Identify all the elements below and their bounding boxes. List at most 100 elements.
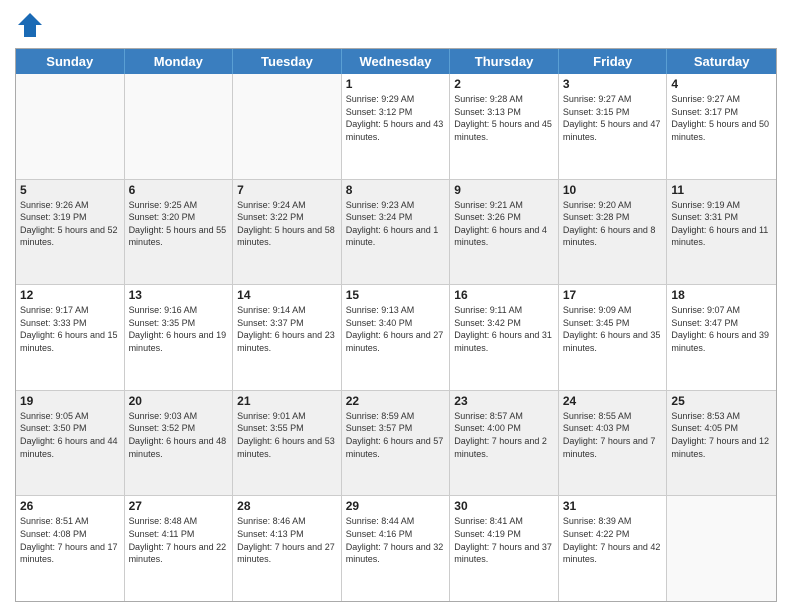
calendar-body: 1 Sunrise: 9:29 AMSunset: 3:12 PMDaylight… [16,74,776,601]
cell-details: Sunrise: 9:07 AMSunset: 3:47 PMDaylight:… [671,304,772,354]
cell-details: Sunrise: 9:24 AMSunset: 3:22 PMDaylight:… [237,199,337,249]
cell-details: Sunrise: 8:59 AMSunset: 3:57 PMDaylight:… [346,410,446,460]
calendar-cell: 25 Sunrise: 8:53 AMSunset: 4:05 PMDayligh… [667,391,776,496]
day-number: 11 [671,183,772,197]
cell-details: Sunrise: 8:46 AMSunset: 4:13 PMDaylight:… [237,515,337,565]
day-number: 19 [20,394,120,408]
calendar-week-4: 19Sunrise: 9:05 AMSunset: 3:50 PMDayligh… [16,391,776,497]
cell-details: Sunrise: 8:55 AMSunset: 4:03 PMDaylight:… [563,410,663,460]
calendar-cell [667,496,776,601]
day-number: 14 [237,288,337,302]
calendar-cell: 3 Sunrise: 9:27 AMSunset: 3:15 PMDaylight… [559,74,668,179]
day-number: 18 [671,288,772,302]
calendar-cell: 18 Sunrise: 9:07 AMSunset: 3:47 PMDayligh… [667,285,776,390]
cell-details: Sunrise: 9:26 AMSunset: 3:19 PMDaylight:… [20,199,120,249]
calendar-cell: 9 Sunrise: 9:21 AMSunset: 3:26 PMDaylight… [450,180,559,285]
calendar-cell: 19Sunrise: 9:05 AMSunset: 3:50 PMDayligh… [16,391,125,496]
cell-details: Sunrise: 8:51 AMSunset: 4:08 PMDaylight:… [20,515,120,565]
cell-details: Sunrise: 9:28 AMSunset: 3:13 PMDaylight:… [454,93,554,143]
day-number: 17 [563,288,663,302]
cell-details: Sunrise: 9:03 AMSunset: 3:52 PMDaylight:… [129,410,229,460]
calendar-cell: 8 Sunrise: 9:23 AMSunset: 3:24 PMDaylight… [342,180,451,285]
calendar-cell: 23 Sunrise: 8:57 AMSunset: 4:00 PMDayligh… [450,391,559,496]
calendar-cell: 27 Sunrise: 8:48 AMSunset: 4:11 PMDayligh… [125,496,234,601]
day-number: 21 [237,394,337,408]
cell-details: Sunrise: 9:01 AMSunset: 3:55 PMDaylight:… [237,410,337,460]
calendar-cell: 13 Sunrise: 9:16 AMSunset: 3:35 PMDayligh… [125,285,234,390]
calendar-cell: 28 Sunrise: 8:46 AMSunset: 4:13 PMDayligh… [233,496,342,601]
calendar-cell [125,74,234,179]
cell-details: Sunrise: 9:14 AMSunset: 3:37 PMDaylight:… [237,304,337,354]
calendar-page: SundayMondayTuesdayWednesdayThursdayFrid… [0,0,792,612]
calendar-cell: 15Sunrise: 9:13 AMSunset: 3:40 PMDayligh… [342,285,451,390]
cell-details: Sunrise: 8:41 AMSunset: 4:19 PMDaylight:… [454,515,554,565]
cell-details: Sunrise: 9:09 AMSunset: 3:45 PMDaylight:… [563,304,663,354]
calendar-cell: 5 Sunrise: 9:26 AMSunset: 3:19 PMDaylight… [16,180,125,285]
calendar-cell [233,74,342,179]
day-number: 28 [237,499,337,513]
day-number: 25 [671,394,772,408]
cell-details: Sunrise: 8:48 AMSunset: 4:11 PMDaylight:… [129,515,229,565]
calendar-cell: 10Sunrise: 9:20 AMSunset: 3:28 PMDayligh… [559,180,668,285]
day-number: 5 [20,183,120,197]
calendar-week-2: 5 Sunrise: 9:26 AMSunset: 3:19 PMDaylight… [16,180,776,286]
calendar-cell: 4Sunrise: 9:27 AMSunset: 3:17 PMDaylight… [667,74,776,179]
day-number: 3 [563,77,663,91]
cell-details: Sunrise: 8:39 AMSunset: 4:22 PMDaylight:… [563,515,663,565]
calendar-cell: 2 Sunrise: 9:28 AMSunset: 3:13 PMDaylight… [450,74,559,179]
header-day-monday: Monday [125,49,234,74]
calendar-cell: 22Sunrise: 8:59 AMSunset: 3:57 PMDayligh… [342,391,451,496]
day-number: 2 [454,77,554,91]
logo-icon [15,10,45,40]
calendar-cell [16,74,125,179]
day-number: 7 [237,183,337,197]
header-day-wednesday: Wednesday [342,49,451,74]
header-day-friday: Friday [559,49,668,74]
calendar-cell: 24 Sunrise: 8:55 AMSunset: 4:03 PMDayligh… [559,391,668,496]
cell-details: Sunrise: 9:21 AMSunset: 3:26 PMDaylight:… [454,199,554,249]
day-number: 26 [20,499,120,513]
day-number: 4 [671,77,772,91]
calendar-cell: 1 Sunrise: 9:29 AMSunset: 3:12 PMDaylight… [342,74,451,179]
day-number: 1 [346,77,446,91]
header [15,10,777,40]
day-number: 6 [129,183,229,197]
day-number: 24 [563,394,663,408]
calendar-cell: 14 Sunrise: 9:14 AMSunset: 3:37 PMDayligh… [233,285,342,390]
cell-details: Sunrise: 9:17 AMSunset: 3:33 PMDaylight:… [20,304,120,354]
day-number: 29 [346,499,446,513]
calendar-cell: 12Sunrise: 9:17 AMSunset: 3:33 PMDayligh… [16,285,125,390]
day-number: 31 [563,499,663,513]
day-number: 8 [346,183,446,197]
cell-details: Sunrise: 8:44 AMSunset: 4:16 PMDaylight:… [346,515,446,565]
day-number: 27 [129,499,229,513]
day-number: 15 [346,288,446,302]
calendar-cell: 20 Sunrise: 9:03 AMSunset: 3:52 PMDayligh… [125,391,234,496]
cell-details: Sunrise: 9:19 AMSunset: 3:31 PMDaylight:… [671,199,772,249]
cell-details: Sunrise: 9:29 AMSunset: 3:12 PMDaylight:… [346,93,446,143]
cell-details: Sunrise: 9:23 AMSunset: 3:24 PMDaylight:… [346,199,446,249]
calendar-cell: 29 Sunrise: 8:44 AMSunset: 4:16 PMDayligh… [342,496,451,601]
cell-details: Sunrise: 9:16 AMSunset: 3:35 PMDaylight:… [129,304,229,354]
header-day-tuesday: Tuesday [233,49,342,74]
calendar-cell: 26 Sunrise: 8:51 AMSunset: 4:08 PMDayligh… [16,496,125,601]
cell-details: Sunrise: 9:27 AMSunset: 3:15 PMDaylight:… [563,93,663,143]
header-day-saturday: Saturday [667,49,776,74]
day-number: 9 [454,183,554,197]
calendar-cell: 30 Sunrise: 8:41 AMSunset: 4:19 PMDayligh… [450,496,559,601]
calendar-cell: 17 Sunrise: 9:09 AMSunset: 3:45 PMDayligh… [559,285,668,390]
calendar-cell: 21 Sunrise: 9:01 AMSunset: 3:55 PMDayligh… [233,391,342,496]
day-number: 23 [454,394,554,408]
day-number: 13 [129,288,229,302]
day-number: 30 [454,499,554,513]
logo [15,10,49,40]
calendar-cell: 7 Sunrise: 9:24 AMSunset: 3:22 PMDaylight… [233,180,342,285]
calendar-cell: 16Sunrise: 9:11 AMSunset: 3:42 PMDayligh… [450,285,559,390]
calendar-cell: 11 Sunrise: 9:19 AMSunset: 3:31 PMDayligh… [667,180,776,285]
calendar-week-1: 1 Sunrise: 9:29 AMSunset: 3:12 PMDaylight… [16,74,776,180]
cell-details: Sunrise: 9:25 AMSunset: 3:20 PMDaylight:… [129,199,229,249]
cell-details: Sunrise: 8:57 AMSunset: 4:00 PMDaylight:… [454,410,554,460]
calendar: SundayMondayTuesdayWednesdayThursdayFrid… [15,48,777,602]
day-number: 20 [129,394,229,408]
cell-details: Sunrise: 8:53 AMSunset: 4:05 PMDaylight:… [671,410,772,460]
